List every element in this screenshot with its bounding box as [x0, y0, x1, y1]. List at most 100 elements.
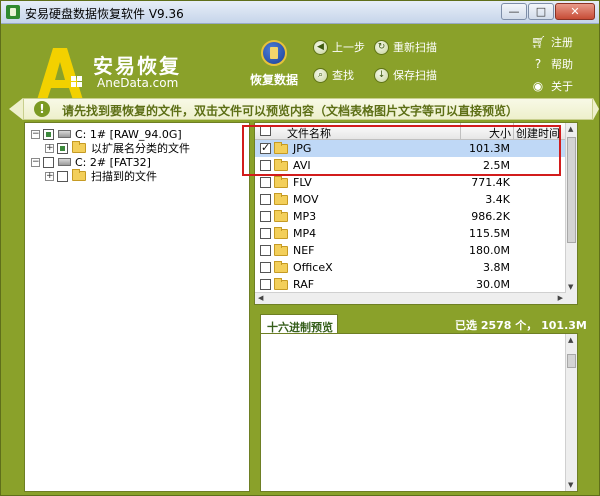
back-button[interactable]: ◀ 上一步 — [313, 39, 365, 55]
folder-icon — [274, 210, 288, 222]
help-button[interactable]: ? 帮助 — [531, 56, 573, 72]
title-bar[interactable]: 安易硬盘数据恢复软件 V9.36 — □ ✕ — [1, 1, 599, 24]
tree-item-drive-1[interactable]: − C: 1# [RAW_94.0G] — [31, 127, 182, 141]
rescan-label: 重新扫描 — [393, 41, 437, 54]
tree-checkbox[interactable] — [43, 156, 54, 168]
file-name: NEF — [293, 244, 315, 257]
about-label: 关于 — [551, 80, 573, 93]
file-checkbox[interactable] — [260, 245, 271, 256]
save-icon: ↓ — [374, 67, 389, 83]
file-checkbox[interactable] — [260, 160, 271, 171]
column-size[interactable]: 大小 — [489, 125, 511, 141]
expand-icon[interactable]: + — [45, 171, 54, 181]
file-checkbox[interactable] — [260, 211, 271, 222]
column-divider[interactable] — [460, 123, 461, 139]
file-checkbox[interactable] — [260, 177, 271, 188]
expand-icon[interactable]: + — [45, 143, 54, 153]
folder-icon — [274, 142, 288, 154]
rescan-button[interactable]: ↻ 重新扫描 — [374, 39, 437, 55]
file-name: RAF — [293, 278, 315, 291]
selection-summary: 已选 2578 个， 101.3M — [455, 319, 587, 332]
close-button[interactable]: ✕ — [555, 3, 595, 20]
scrollbar-thumb[interactable] — [567, 354, 576, 368]
file-size: 2.5M — [483, 159, 510, 172]
tree-item-scanned-files[interactable]: + 扫描到的文件 — [45, 169, 157, 183]
cart-icon: 🛒︎ — [531, 35, 547, 49]
help-icon: ? — [534, 57, 542, 71]
search-icon: ⌕ — [313, 67, 328, 83]
rescan-icon: ↻ — [374, 39, 389, 55]
file-list: 文件名称 大小 创建时间 JPG 101.3M AVI 2.5M FLV 771… — [254, 122, 578, 305]
folder-icon — [274, 278, 288, 290]
recover-icon — [261, 40, 287, 66]
scroll-down-icon[interactable]: ▼ — [568, 283, 573, 291]
drive-icon — [58, 130, 71, 138]
tree-item-label: 以扩展名分类的文件 — [91, 142, 190, 155]
tree-checkbox[interactable] — [57, 170, 68, 182]
maximize-button[interactable]: □ — [528, 3, 554, 20]
file-checkbox[interactable] — [260, 262, 271, 273]
file-size: 3.8M — [483, 261, 510, 274]
save-scan-button[interactable]: ↓ 保存扫描 — [374, 67, 437, 83]
find-label: 查找 — [332, 69, 354, 82]
file-row[interactable]: FLV 771.4K — [255, 174, 567, 191]
hex-preview-pane[interactable]: ▲ ▼ — [260, 333, 578, 492]
minimize-button[interactable]: — — [501, 3, 527, 20]
file-checkbox[interactable] — [260, 279, 271, 290]
help-label: 帮助 — [551, 58, 573, 71]
scrollbar-thumb[interactable] — [567, 137, 576, 243]
file-list-vertical-scrollbar[interactable]: ▲ ▼ — [565, 123, 577, 304]
file-row[interactable]: MP3 986.2K — [255, 208, 567, 225]
scroll-up-icon[interactable]: ▲ — [568, 336, 573, 344]
collapse-icon[interactable]: − — [31, 157, 40, 167]
about-icon: ◉ — [532, 79, 544, 93]
recover-label: 恢复数据 — [249, 73, 298, 87]
tree-item-by-extension[interactable]: + 以扩展名分类的文件 — [45, 141, 190, 155]
scroll-up-icon[interactable]: ▲ — [568, 125, 573, 133]
column-divider[interactable] — [513, 123, 514, 139]
tree-checkbox[interactable] — [43, 128, 54, 140]
file-checkbox[interactable] — [260, 228, 271, 239]
folder-icon — [72, 169, 86, 181]
tree-checkbox[interactable] — [57, 142, 68, 154]
scroll-down-icon[interactable]: ▼ — [568, 481, 573, 489]
file-name: AVI — [293, 159, 311, 172]
file-size: 115.5M — [469, 227, 510, 240]
info-bar-notch-left — [9, 98, 23, 120]
back-arrow-icon: ◀ — [313, 39, 328, 55]
file-row[interactable]: JPG 101.3M — [255, 140, 567, 157]
tree-item-label: 扫描到的文件 — [91, 170, 157, 183]
info-bar-notch-right — [593, 98, 599, 120]
tab-hex-preview[interactable]: 十六进制预览 — [260, 314, 338, 334]
file-row[interactable]: NEF 180.0M — [255, 242, 567, 259]
file-list-horizontal-scrollbar[interactable]: ◀ ▶ — [255, 292, 566, 304]
scroll-right-icon[interactable]: ▶ — [558, 294, 563, 302]
file-name: JPG — [293, 142, 312, 155]
file-checkbox[interactable] — [260, 141, 271, 154]
find-button[interactable]: ⌕ 查找 — [313, 67, 354, 83]
tree-item-drive-2[interactable]: − C: 2# [FAT32] — [31, 155, 151, 169]
logo-subtitle: AneData.com — [97, 76, 179, 90]
register-button[interactable]: 🛒︎ 注册 — [531, 34, 573, 50]
app-icon — [6, 5, 20, 19]
folder-icon — [274, 244, 288, 256]
collapse-icon[interactable]: − — [31, 129, 40, 139]
preview-vertical-scrollbar[interactable]: ▲ ▼ — [565, 334, 577, 491]
file-row[interactable]: MP4 115.5M — [255, 225, 567, 242]
file-name: MP3 — [293, 210, 317, 223]
file-row[interactable]: AVI 2.5M — [255, 157, 567, 174]
about-button[interactable]: ◉ 关于 — [531, 78, 573, 94]
recover-data-button[interactable]: 恢复数据 — [245, 40, 303, 88]
column-created-time[interactable]: 创建时间 — [516, 125, 560, 141]
window-title: 安易硬盘数据恢复软件 V9.36 — [25, 7, 184, 21]
file-row[interactable]: MOV 3.4K — [255, 191, 567, 208]
file-name: MOV — [293, 193, 319, 206]
scroll-left-icon[interactable]: ◀ — [258, 294, 263, 302]
select-all-checkbox[interactable] — [260, 125, 271, 136]
file-row[interactable]: RAF 30.0M — [255, 276, 567, 293]
file-row[interactable]: OfficeX 3.8M — [255, 259, 567, 276]
column-name[interactable]: 文件名称 — [287, 125, 331, 141]
register-label: 注册 — [551, 36, 573, 49]
file-name: FLV — [293, 176, 312, 189]
file-checkbox[interactable] — [260, 194, 271, 205]
